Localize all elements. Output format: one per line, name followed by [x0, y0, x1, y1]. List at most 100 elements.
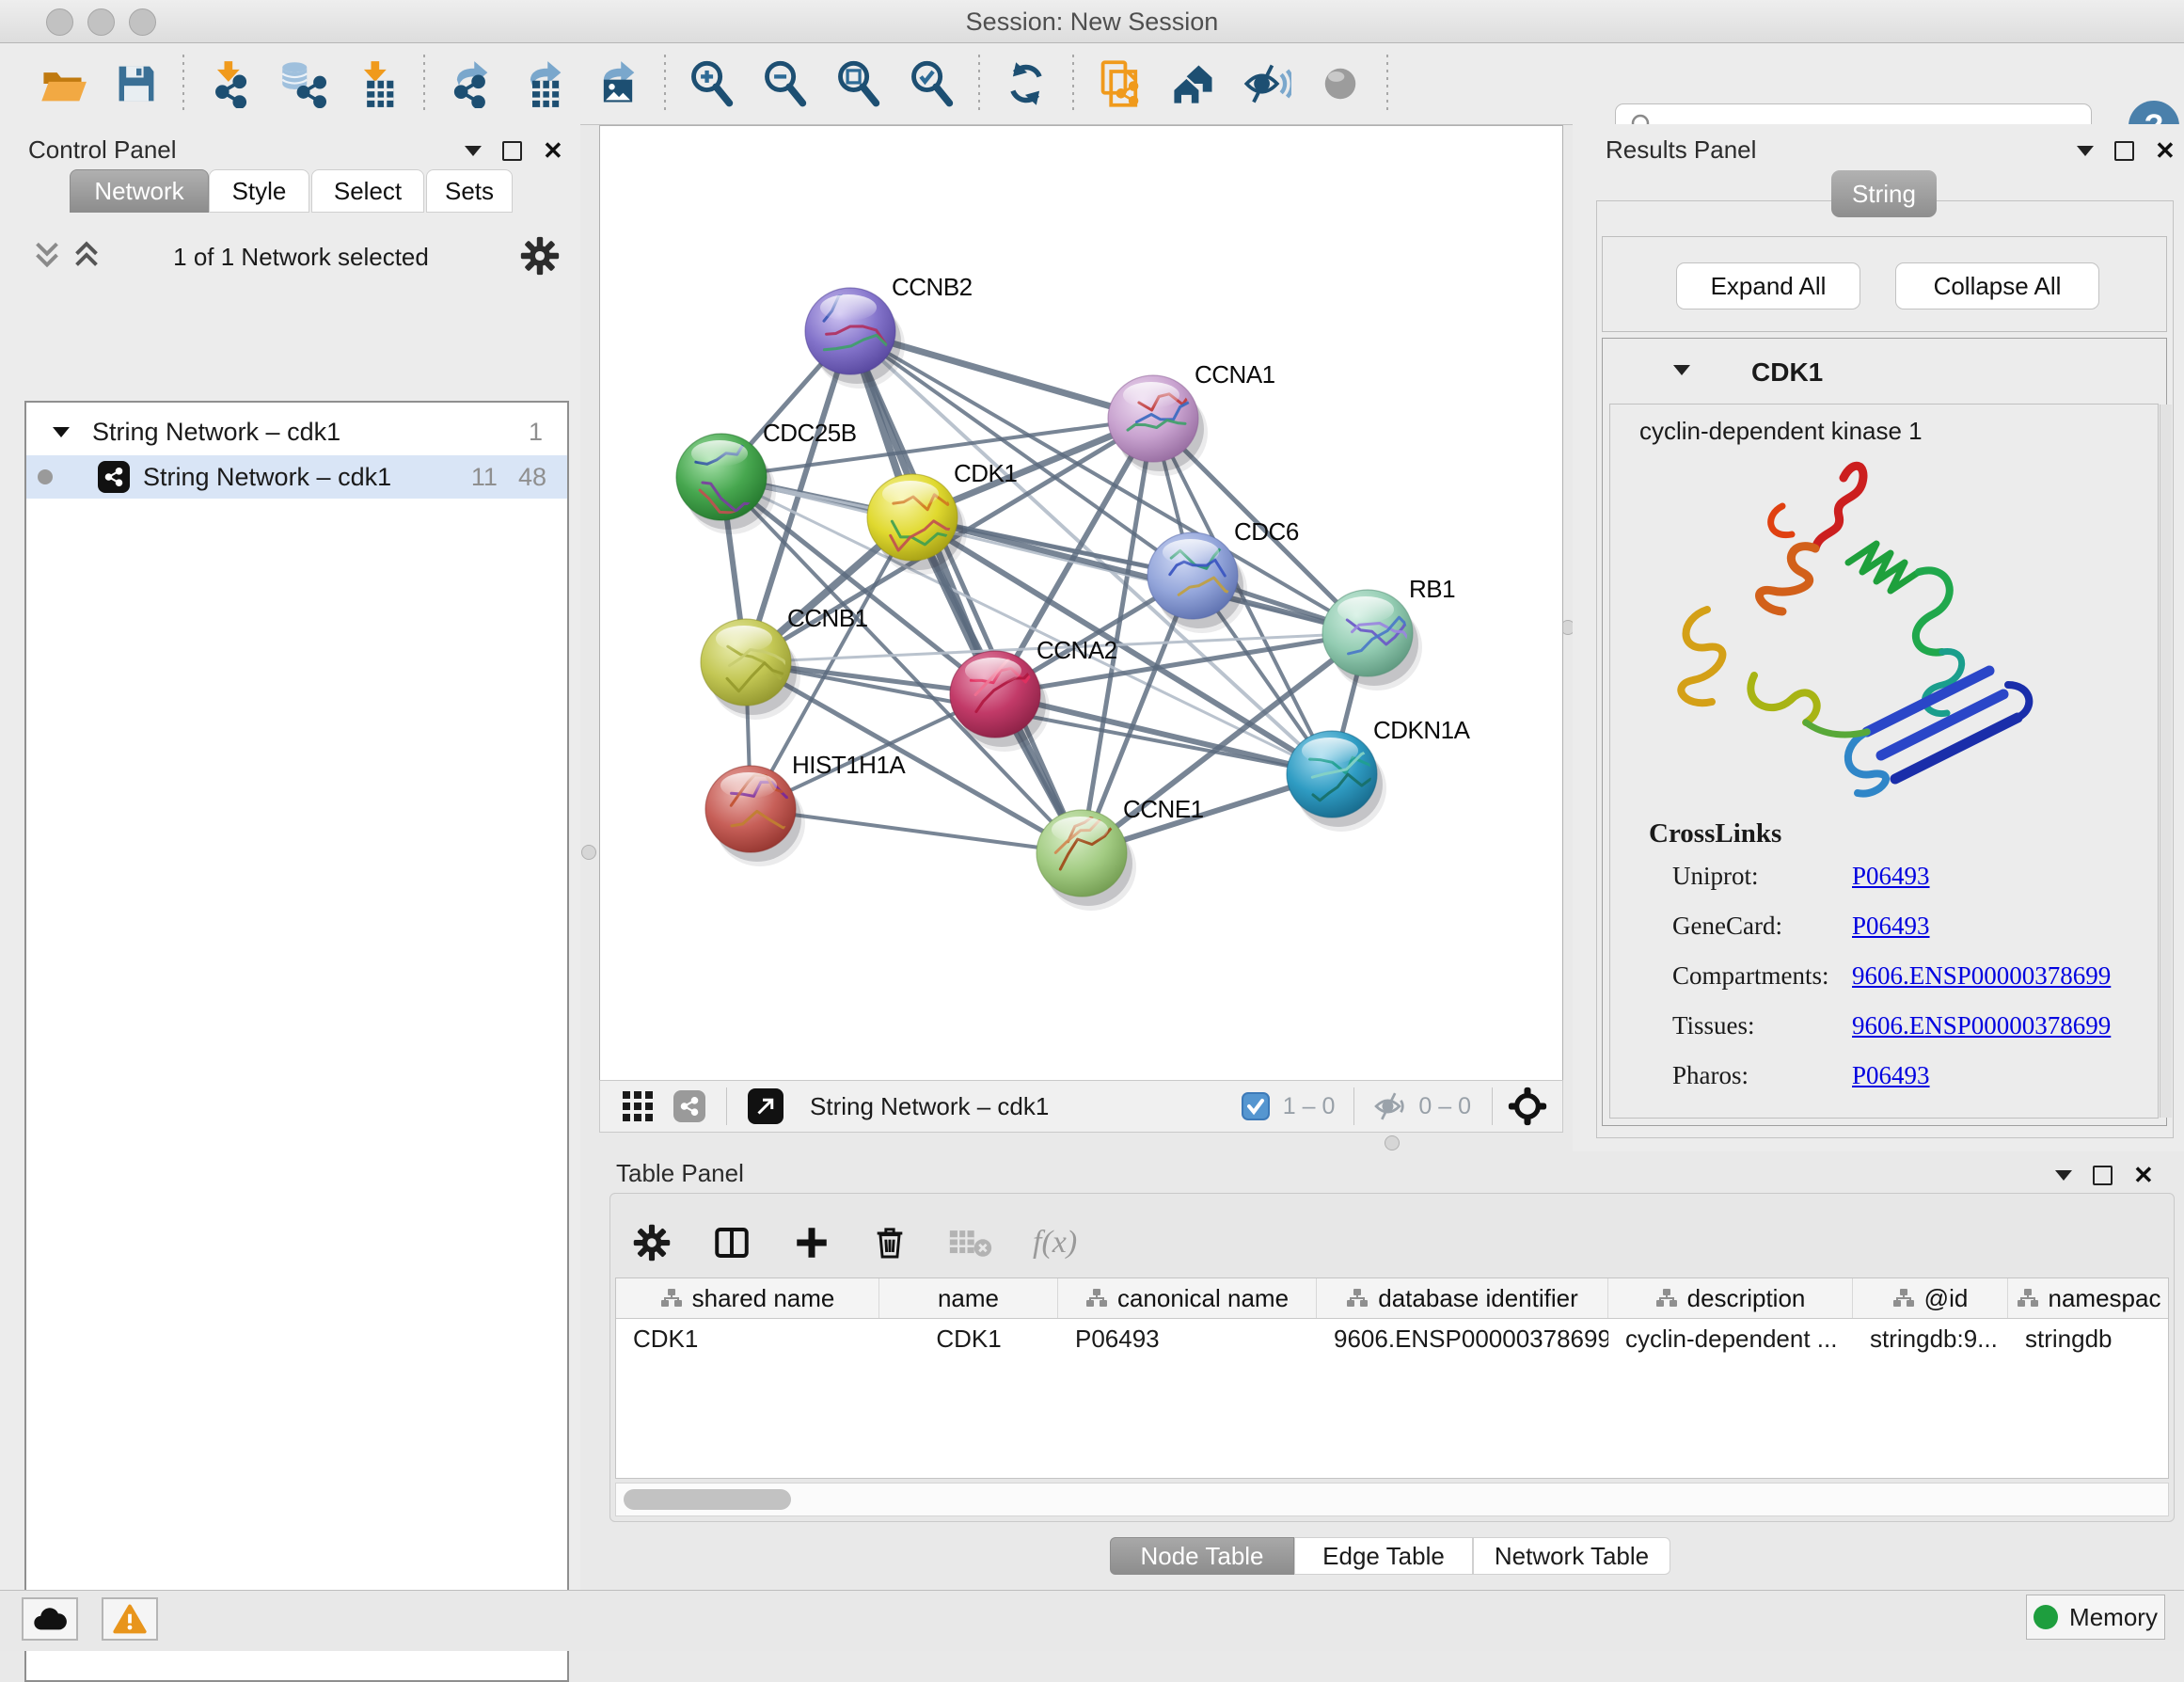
- open-session-button[interactable]: [32, 55, 94, 113]
- node-CCNB1[interactable]: [701, 619, 800, 720]
- hide-show-button[interactable]: [1236, 55, 1298, 113]
- crosslink-value[interactable]: 9606.ENSP00000378699: [1852, 1011, 2111, 1040]
- node-CCNB2[interactable]: [805, 265, 905, 389]
- hide-eye-icon: [1242, 59, 1291, 108]
- results-scrollbar[interactable]: [2160, 405, 2172, 1118]
- toolbar-separator: [1072, 55, 1074, 113]
- delete-column-icon[interactable]: [871, 1223, 909, 1262]
- table-hscrollbar-thumb[interactable]: [624, 1489, 791, 1510]
- protein-name: CDK1: [1751, 357, 1823, 388]
- control-panel-float-icon[interactable]: [502, 141, 522, 161]
- tab-network[interactable]: Network: [70, 169, 209, 213]
- tab-node-table[interactable]: Node Table: [1110, 1537, 1294, 1575]
- network-share-badge-icon[interactable]: [673, 1090, 705, 1122]
- tab-network-table[interactable]: Network Table: [1473, 1537, 1670, 1575]
- table-row[interactable]: CDK1CDK1P064939606.ENSP00000378699cyclin…: [616, 1319, 2168, 1358]
- export-table-button[interactable]: [514, 55, 576, 113]
- zoom-fit-button[interactable]: [828, 55, 890, 113]
- results-panel-menu-icon[interactable]: [2077, 146, 2094, 156]
- node-CDKN1A[interactable]: [1287, 731, 1386, 832]
- table-panel-float-icon[interactable]: [2093, 1166, 2113, 1185]
- crosslink-value[interactable]: 9606.ENSP00000378699: [1852, 961, 2111, 991]
- save-session-button[interactable]: [105, 55, 167, 113]
- apply-layout-button[interactable]: [995, 55, 1057, 113]
- add-column-icon[interactable]: [792, 1223, 831, 1262]
- crosslink-value[interactable]: P06493: [1852, 862, 1930, 891]
- memory-button[interactable]: Memory: [2026, 1595, 2165, 1640]
- node-CDK1[interactable]: [867, 474, 967, 575]
- preview-button[interactable]: [1309, 55, 1371, 113]
- node-CDC25B[interactable]: [676, 427, 776, 534]
- cloud-button[interactable]: [22, 1597, 78, 1641]
- zoom-out-button[interactable]: [754, 55, 816, 113]
- zoom-selected-button[interactable]: [901, 55, 963, 113]
- network-canvas[interactable]: CCNB2CCNA1CDC25BCDK1CDC6RB1CCNB1CCNA2CDK…: [599, 125, 1563, 1081]
- warning-button[interactable]: [102, 1597, 158, 1641]
- selected-count: 1 – 0: [1283, 1093, 1336, 1120]
- crosslink-value[interactable]: P06493: [1852, 1061, 1930, 1090]
- warning-icon: [113, 1604, 147, 1634]
- control-panel-close-icon[interactable]: ✕: [543, 138, 563, 163]
- node-CCNA1[interactable]: [1108, 375, 1208, 476]
- home-button[interactable]: [1163, 55, 1225, 113]
- node-table[interactable]: shared namename canonical name database …: [615, 1277, 2169, 1479]
- zoom-in-button[interactable]: [681, 55, 743, 113]
- show-columns-icon[interactable]: [711, 1223, 752, 1262]
- bottom-splitter-handle[interactable]: [1385, 1135, 1400, 1150]
- crosshair-move-icon[interactable]: [1508, 1087, 1547, 1126]
- table-cell: P06493: [1058, 1319, 1317, 1358]
- gray-eye-icon: [1316, 59, 1365, 108]
- grid-view-icon[interactable]: [621, 1089, 655, 1123]
- collapse-all-button[interactable]: Collapse All: [1895, 262, 2099, 309]
- node-CCNA2[interactable]: [950, 643, 1050, 752]
- node-HIST1H1A[interactable]: [705, 766, 805, 866]
- import-network-database-button[interactable]: [273, 55, 335, 113]
- table-hscrollbar[interactable]: [615, 1483, 2169, 1516]
- export-network-button[interactable]: [440, 55, 502, 113]
- column-header-shared-name[interactable]: shared name: [616, 1278, 879, 1318]
- string-import-button[interactable]: [1089, 55, 1151, 113]
- toolbar-separator: [978, 55, 980, 113]
- tab-sets[interactable]: Sets: [426, 169, 513, 213]
- table-settings-gear-icon[interactable]: [632, 1223, 672, 1262]
- column-header-description[interactable]: description: [1608, 1278, 1853, 1318]
- open-in-window-icon[interactable]: [748, 1088, 783, 1124]
- crosslink-value[interactable]: P06493: [1852, 912, 1930, 941]
- column-header-name[interactable]: name: [879, 1278, 1058, 1318]
- gear-icon[interactable]: [519, 235, 561, 277]
- column-header-canonical-name[interactable]: canonical name: [1058, 1278, 1317, 1318]
- tab-edge-table[interactable]: Edge Table: [1294, 1537, 1473, 1575]
- tab-string[interactable]: String: [1831, 170, 1937, 217]
- results-panel-close-icon[interactable]: ✕: [2155, 138, 2176, 163]
- collapse-icon[interactable]: [53, 427, 70, 437]
- control-panel: Control Panel ✕ NetworkStyleSelectSets 1…: [0, 124, 580, 1590]
- export-image-button[interactable]: [587, 55, 649, 113]
- node-RB1[interactable]: [1322, 590, 1422, 690]
- toolbar-separator: [182, 55, 184, 113]
- column-header-label: description: [1687, 1284, 1806, 1313]
- column-header-namespac[interactable]: namespac: [2008, 1278, 2169, 1318]
- network-tree-root-row[interactable]: String Network – cdk1 1: [26, 410, 567, 453]
- results-panel-float-icon[interactable]: [2114, 141, 2134, 161]
- selected-checkbox-icon[interactable]: [1242, 1092, 1270, 1120]
- chevron-double-down-icon[interactable]: [32, 239, 62, 271]
- network-tree-row[interactable]: String Network – cdk1 11 48: [26, 455, 567, 499]
- column-network-icon: [1085, 1288, 1108, 1309]
- left-splitter-handle[interactable]: [581, 845, 596, 860]
- table-toolbar: f(x): [632, 1212, 1077, 1274]
- control-panel-menu-icon[interactable]: [465, 146, 482, 156]
- protein-collapse-icon[interactable]: [1673, 365, 1690, 375]
- crosslink-label: Compartments:: [1672, 961, 1828, 991]
- column-header-database-identifier[interactable]: database identifier: [1317, 1278, 1608, 1318]
- table-panel-menu-icon[interactable]: [2055, 1170, 2072, 1181]
- tab-select[interactable]: Select: [311, 169, 424, 213]
- column-header--id[interactable]: @id: [1853, 1278, 2008, 1318]
- import-network-file-button[interactable]: [199, 55, 261, 113]
- import-table-button[interactable]: [346, 55, 408, 113]
- table-panel-close-icon[interactable]: ✕: [2133, 1163, 2154, 1187]
- tab-style[interactable]: Style: [209, 169, 309, 213]
- chevron-double-up-icon[interactable]: [71, 239, 102, 271]
- expand-all-button[interactable]: Expand All: [1676, 262, 1860, 309]
- export-network-icon: [447, 59, 496, 108]
- edge-CDK1-RB1[interactable]: [912, 517, 1368, 633]
